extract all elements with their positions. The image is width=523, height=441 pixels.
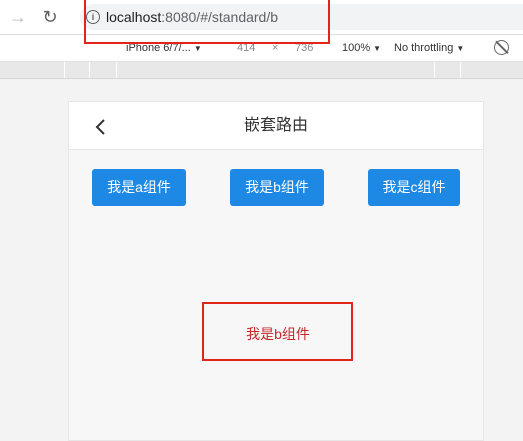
forward-arrow-icon[interactable]: → [6, 5, 30, 29]
component-c-button[interactable]: 我是c组件 [368, 169, 460, 206]
caret-down-icon: ▼ [193, 44, 202, 53]
caret-down-icon: ▼ [456, 44, 465, 53]
reload-icon[interactable]: ↻ [38, 5, 62, 29]
throttling-select[interactable]: No throttling ▼ [394, 41, 464, 56]
app-header: 嵌套路由 [69, 102, 483, 150]
component-b-button[interactable]: 我是b组件 [230, 169, 324, 206]
caret-down-icon: ▼ [373, 44, 382, 53]
throttling-select-label: No throttling [394, 42, 454, 54]
component-a-button[interactable]: 我是a组件 [92, 169, 186, 206]
zoom-select[interactable]: 100% ▼ [342, 41, 381, 56]
page-title: 嵌套路由 [243, 117, 308, 134]
app-viewport: 嵌套路由 我是a组件 我是b组件 我是c组件 我是b组件 [68, 101, 484, 441]
content-highlight-box [202, 302, 353, 361]
ruler-divider [89, 62, 90, 78]
zoom-select-label: 100% [342, 42, 371, 54]
rotate-icon[interactable] [494, 40, 509, 55]
ruler-divider [116, 62, 117, 78]
ruler-divider [434, 62, 435, 78]
ruler-divider [460, 62, 461, 78]
back-arrow-icon[interactable] [89, 115, 113, 139]
ruler-divider [64, 62, 65, 78]
media-query-ruler[interactable] [0, 62, 523, 79]
url-highlight-box [84, 0, 330, 44]
